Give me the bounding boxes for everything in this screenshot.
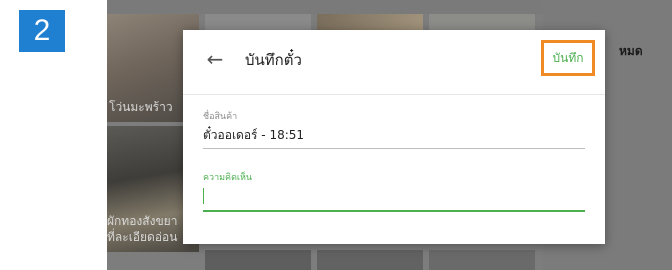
dialog-title: บันทึกตั๋ว: [245, 51, 302, 69]
side-panel-label: หมด: [619, 44, 643, 58]
product-tile-label: โว่นมะพร้าว: [109, 100, 173, 114]
product-tile-image[interactable]: [429, 250, 535, 270]
comment-label: ความคิดเห็น: [203, 173, 253, 183]
save-ticket-dialog: ← บันทึกตั๋ว บันทึก ชื่อสินค้า ตั๋วออเดอ…: [183, 30, 605, 244]
arrow-left-icon[interactable]: ←: [203, 47, 227, 71]
comment-underline: [203, 210, 585, 212]
header-divider: [183, 94, 605, 95]
product-tile-label: ที่ละเอียดอ่อน: [107, 230, 178, 244]
product-name-label: ชื่อสินค้า: [203, 112, 238, 122]
step-number-badge: 2: [19, 10, 65, 52]
product-tile-image[interactable]: [317, 250, 423, 270]
comment-input[interactable]: [203, 185, 585, 209]
top-strip: [107, 0, 543, 14]
text-cursor: [203, 188, 204, 204]
save-button[interactable]: บันทึก: [541, 40, 595, 76]
product-name-underline: [203, 148, 585, 149]
product-name-field[interactable]: ตั๋วออเดอร์ - 18:51: [203, 126, 304, 145]
product-tile-image[interactable]: [205, 250, 311, 270]
dialog-header: ← บันทึกตั๋ว บันทึก: [183, 30, 605, 90]
